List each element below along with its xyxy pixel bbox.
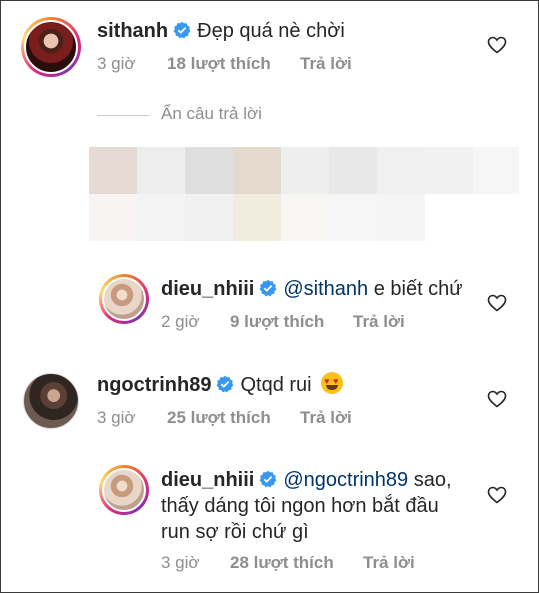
avatar-ngoctrinh89[interactable] [23, 373, 79, 429]
verified-icon [217, 375, 234, 393]
mention-ngoctrinh89[interactable]: @ngoctrinh89 [283, 469, 408, 491]
heart-icon[interactable] [487, 390, 507, 408]
comment-1-reply-button[interactable]: Trả lời [300, 54, 352, 73]
comment-3-time: 3 giờ [97, 408, 136, 427]
heart-icon[interactable] [487, 36, 507, 54]
comment-2-reply-button[interactable]: Trả lời [353, 312, 405, 331]
comment-1-likes[interactable]: 18 lượt thích [167, 54, 271, 73]
comment-1-text: Đẹp quá nè chời [197, 20, 345, 42]
heart-eyes-emoji: ♥ ♥ [321, 372, 344, 394]
username-sithanh[interactable]: sithanh [97, 20, 168, 42]
comment-4-likes[interactable]: 28 lượt thích [230, 553, 334, 572]
comment-2-likes[interactable]: 9 lượt thích [230, 312, 324, 331]
comment-3-likes[interactable]: 25 lượt thích [167, 408, 271, 427]
comment-4-text-3: run sợ rồi chứ gì [161, 521, 309, 543]
hide-replies-label: Ẩn câu trả lời [161, 104, 262, 123]
verified-icon [259, 279, 277, 297]
verified-icon [173, 21, 191, 39]
comment-2-time: 2 giờ [161, 312, 200, 331]
username-dieu-nhiii[interactable]: dieu_nhiii [161, 469, 254, 491]
comment-3-text: Qtqd rui [240, 374, 312, 396]
comment-4-line-1: dieu_nhiii @ngoctrinh89 sao, [161, 468, 452, 493]
username-dieu-nhiii[interactable]: dieu_nhiii [161, 278, 254, 300]
avatar-dieu-nhiii[interactable] [99, 465, 149, 515]
comment-3-reply-button[interactable]: Trả lời [300, 408, 352, 427]
comment-1-meta: 3 giờ [97, 54, 136, 74]
comment-4-text-2: thấy dáng tôi ngon hơn bắt đầu [161, 495, 439, 517]
mention-sithanh[interactable]: @sithanh [283, 278, 368, 300]
comment-1-line: sithanh Đẹp quá nè chời [97, 19, 345, 44]
avatar-sithanh[interactable] [21, 17, 81, 77]
comment-4-text-1: sao, [413, 469, 452, 491]
username-ngoctrinh89[interactable]: ngoctrinh89 [97, 374, 211, 396]
heart-icon[interactable] [487, 486, 507, 504]
comment-4-time: 3 giờ [161, 553, 200, 572]
verified-icon [259, 470, 277, 488]
comment-4-reply-button[interactable]: Trả lời [363, 553, 415, 572]
comment-1-time: 3 giờ [97, 54, 136, 73]
comment-thread: sithanh Đẹp quá nè chời 3 giờ 18 lượt thí… [0, 0, 539, 593]
comment-2-line: dieu_nhiii @sithanh e biết chứ [161, 277, 463, 302]
heart-icon[interactable] [487, 294, 507, 312]
comment-3-line: ngoctrinh89 Qtqd rui ♥ ♥ [97, 372, 344, 398]
comment-2-text: e biết chứ [373, 278, 463, 300]
avatar-dieu-nhiii[interactable] [99, 274, 149, 324]
hide-replies-divider [97, 115, 149, 116]
